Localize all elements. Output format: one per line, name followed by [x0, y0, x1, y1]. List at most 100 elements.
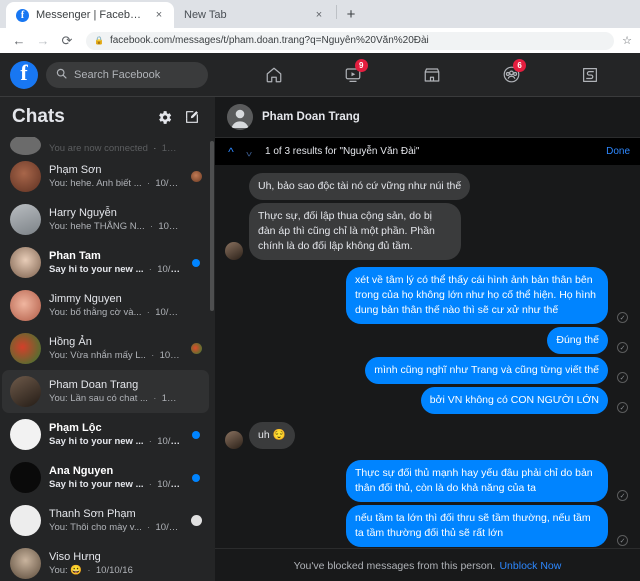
list-item[interactable]: Harry Nguyễn You: hehe THẲNG N... · 10/2… [2, 198, 209, 241]
preview-text: You: 😀 [49, 565, 83, 576]
marketplace-icon[interactable] [416, 60, 448, 90]
timestamp: 10/10/16 [95, 565, 133, 576]
list-item-preview: You: hehe THẲNG N... · 10/27/16 [49, 220, 181, 233]
status-indicator [189, 171, 203, 182]
message-bubble[interactable]: nếu tầm ta lớn thì đối thru sẽ tầm thườn… [346, 505, 608, 547]
avatar-spacer [225, 182, 243, 200]
message-row: mình cũng nghĩ như Trang và cũng từng vi… [225, 357, 628, 384]
unread-dot [192, 430, 200, 439]
message-bubble[interactable]: uh 😌 [249, 422, 295, 449]
forward-icon[interactable]: → [32, 30, 54, 52]
facebook-logo-icon[interactable]: f [10, 60, 38, 89]
timestamp: 10/28/16 [155, 178, 181, 189]
list-item-name: Jimmy Nguyen [49, 293, 122, 305]
timestamp: 10/19/16 [159, 350, 181, 361]
avatar [10, 161, 41, 192]
status-indicator [189, 515, 203, 526]
chevron-up-icon[interactable]: ^ [225, 145, 237, 159]
status-indicator [189, 473, 203, 482]
preview-text: You: Lần sau có chat ... [49, 393, 148, 404]
preview-text: You: bố thằng cờ và... [49, 307, 142, 318]
gear-icon[interactable] [153, 106, 175, 128]
search-input[interactable]: Search Facebook [46, 61, 208, 88]
timestamp: 10/17/16 [157, 436, 181, 447]
list-item[interactable]: You are now connected · 10/28/16 [2, 137, 209, 155]
message-bubble[interactable]: Thực sự đối thủ mạnh hay yếu đâu phải ch… [346, 460, 608, 502]
find-in-page-bar: ^ ^ 1 of 3 results for "Nguyễn Văn Đài" … [215, 138, 640, 165]
seen-avatar [190, 515, 202, 526]
preview-text: Say hi to your new ... [49, 264, 144, 275]
browser-tab-newtab[interactable]: New Tab × [174, 2, 334, 28]
bookmark-star-icon[interactable]: ☆ [616, 34, 632, 47]
seen-avatar [190, 343, 202, 354]
list-item[interactable]: Phạm Sơn You: hehe. Anh biết ... · 10/28… [2, 155, 209, 198]
home-icon[interactable] [258, 60, 290, 90]
message-row: xét về tâm lý có thể thấy cái hình ảnh b… [225, 267, 628, 324]
compose-icon[interactable] [181, 106, 203, 128]
timestamp: 10/27/16 [157, 264, 181, 275]
unblock-now-link[interactable]: Unblock Now [499, 560, 561, 572]
groups-icon[interactable]: 6 [495, 58, 527, 90]
address-bar[interactable]: 🔒 facebook.com/messages/t/pham.doan.tran… [86, 31, 615, 50]
search-icon [56, 68, 67, 82]
contact-name: Pham Doan Trang [262, 111, 360, 123]
list-item[interactable]: Phan Tam Say hi to your new ... · 10/27/… [2, 241, 209, 284]
nav-icon-group: 9 6 [208, 58, 630, 90]
avatar [10, 290, 41, 321]
back-icon[interactable]: ← [8, 30, 30, 52]
find-result-text: 1 of 3 results for "Nguyễn Văn Đài" [265, 146, 420, 157]
message-bubble[interactable]: bởi VN không có CON NGƯỜI LỚN [420, 387, 608, 414]
list-item-preview: You: 😀 · 10/10/16 [49, 565, 133, 576]
message-list[interactable]: Uh, bảo sao độc tài nó cứ vững như núi t… [215, 165, 640, 548]
list-item[interactable]: Jimmy Nguyen You: bố thằng cờ và... · 10… [2, 284, 209, 327]
search-placeholder: Search Facebook [74, 68, 161, 81]
message-status-icon: ✓ [617, 372, 628, 383]
list-item-name: Thanh Sơn Phạm [49, 508, 136, 520]
sidebar-header: Chats [0, 97, 215, 137]
blocked-notice-bar: You've blocked messages from this person… [215, 548, 640, 581]
list-item[interactable]: Thanh Sơn Phạm You: Thôi cho mày v... · … [2, 499, 209, 542]
timestamp: 10/28/16 [161, 143, 181, 154]
avatar [10, 462, 41, 493]
find-done-button[interactable]: Done [606, 146, 630, 157]
chevron-down-icon[interactable]: ^ [243, 145, 255, 159]
gaming-icon[interactable] [574, 60, 606, 90]
reload-icon[interactable]: ⟳ [56, 30, 78, 52]
list-item-preview: Say hi to your new ... · 10/27/16 [49, 263, 181, 276]
list-item-preview: You: Thôi cho mày v... · 10/10/16 [49, 521, 181, 534]
preview-text: You: hehe THẲNG N... [49, 221, 145, 232]
avatar [10, 137, 41, 155]
preview-text: You are now connected [49, 143, 148, 154]
avatar [10, 419, 41, 450]
close-icon[interactable]: × [312, 8, 326, 22]
list-item-name: Phan Tam [49, 250, 101, 262]
message-row: nếu tầm ta lớn thì đối thru sẽ tầm thườn… [225, 505, 628, 547]
message-bubble[interactable]: Thực sự, đối lập thua cộng sản, do bị đà… [249, 203, 461, 260]
unread-dot [192, 473, 200, 482]
list-item[interactable]: Hồng Ản You: Vừa nhắn mấy L.. · 10/19/16 [2, 327, 209, 370]
tab-title: Messenger | Facebook [36, 9, 146, 21]
avatar[interactable] [227, 104, 253, 130]
browser-toolbar: ← → ⟳ 🔒 facebook.com/messages/t/pham.doa… [0, 28, 640, 53]
message-bubble[interactable]: mình cũng nghĩ như Trang và cũng từng vi… [365, 357, 608, 384]
sidebar-scrollbar[interactable] [210, 141, 214, 311]
new-tab-button[interactable]: + [339, 2, 363, 26]
browser-tab-active[interactable]: f Messenger | Facebook × [6, 2, 174, 28]
list-item-preview: Say hi to your new ... · 10/17/16 [49, 478, 181, 491]
message-bubble[interactable]: Uh, bảo sao độc tài nó cứ vững như núi t… [249, 173, 471, 200]
chat-list[interactable]: You are now connected · 10/28/16 Phạm Sơ… [0, 137, 215, 581]
message-bubble[interactable]: Đúng thế [547, 327, 608, 354]
list-item[interactable]: Viso Hưng You: 😀 · 10/10/16 [2, 542, 209, 581]
list-item[interactable]: Ana Nguyen Say hi to your new ... · 10/1… [2, 456, 209, 499]
sidebar-item-pham-doan-trang[interactable]: Pham Doan Trang You: Lần sau có chat ...… [2, 370, 209, 413]
close-icon[interactable]: × [152, 8, 166, 22]
status-indicator [189, 343, 203, 354]
message-bubble[interactable]: xét về tâm lý có thể thấy cái hình ảnh b… [346, 267, 608, 324]
list-item-preview: You: hehe. Anh biết ... · 10/28/16 [49, 177, 181, 190]
list-item-name: Harry Nguyễn [49, 207, 117, 219]
list-item-name: Ana Nguyen [49, 465, 114, 477]
watch-icon[interactable]: 9 [337, 58, 369, 90]
list-item-preview: Say hi to your new ... · 10/17/16 [49, 435, 181, 448]
list-item[interactable]: Phạm Lộc Say hi to your new ... · 10/17/… [2, 413, 209, 456]
message-row: Thực sự, đối lập thua cộng sản, do bị đà… [225, 203, 628, 260]
